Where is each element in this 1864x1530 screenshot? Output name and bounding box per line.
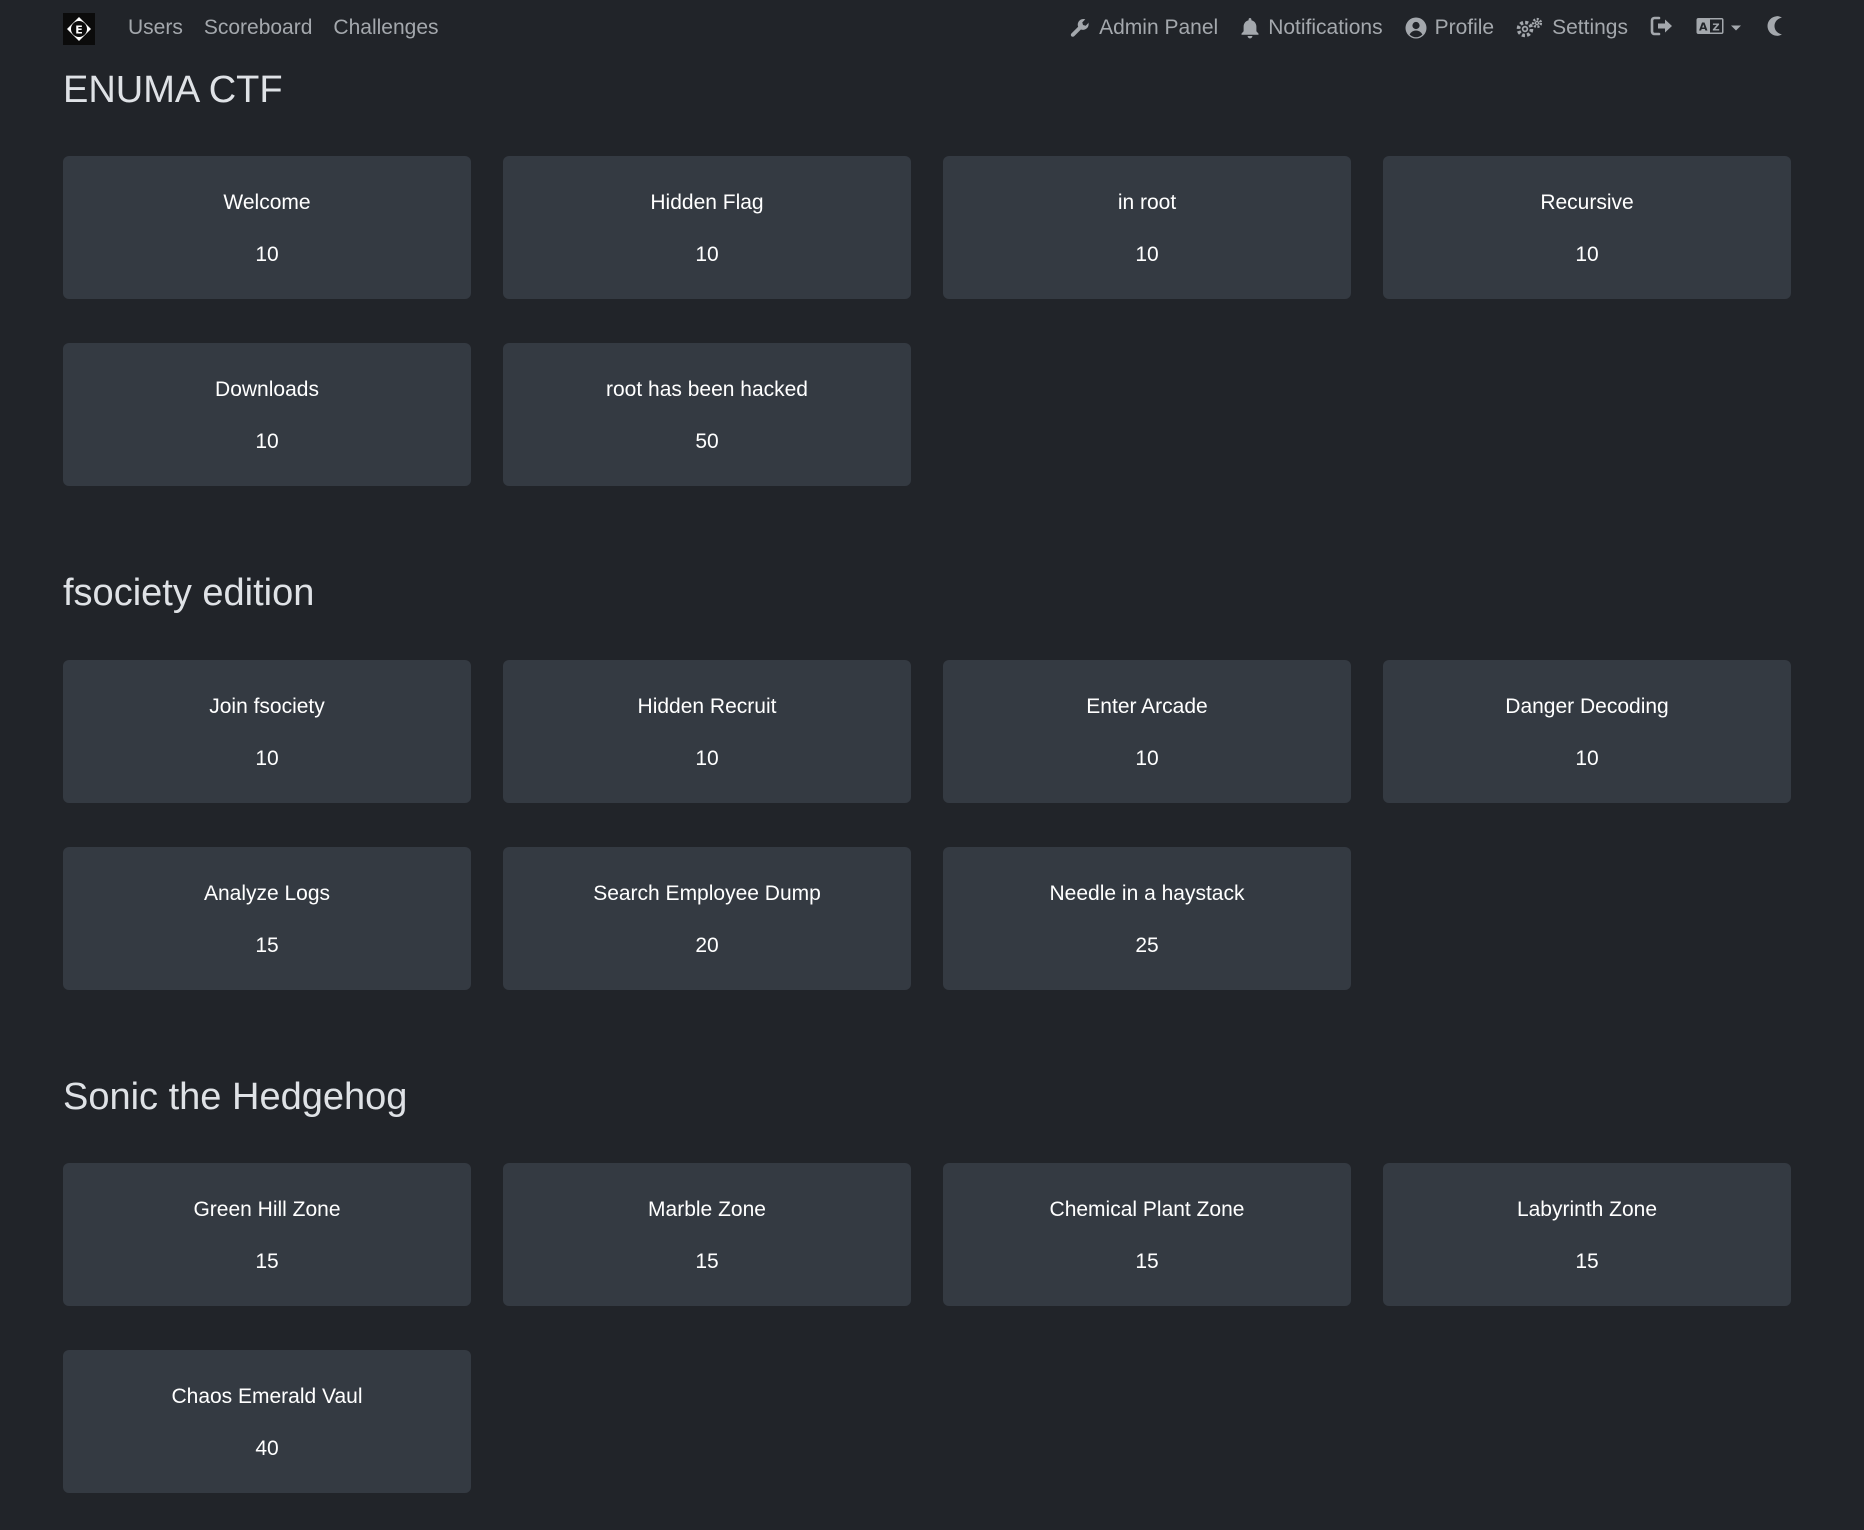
challenge-value: 10: [695, 243, 719, 266]
challenge-name: Chemical Plant Zone: [1049, 1198, 1245, 1221]
svg-text:E: E: [75, 24, 83, 37]
challenge-card[interactable]: Search Employee Dump 20: [503, 847, 911, 990]
nav-link-users[interactable]: Users: [128, 13, 183, 43]
top-navbar: E Users Scoreboard Challenges Admin Pane…: [0, 0, 1864, 56]
ctf-logo-icon[interactable]: E: [63, 13, 95, 45]
challenge-card[interactable]: Green Hill Zone 15: [63, 1163, 471, 1306]
nav-links: Users Scoreboard Challenges: [128, 13, 439, 43]
logout-icon: [1650, 15, 1674, 42]
challenge-name: in root: [1117, 191, 1177, 214]
challenge-card[interactable]: Downloads 10: [63, 343, 471, 486]
user-circle-icon: [1405, 17, 1427, 39]
challenge-card[interactable]: in root 10: [943, 156, 1351, 299]
language-icon: A Z: [1696, 16, 1724, 41]
notifications-link[interactable]: Notifications: [1240, 16, 1383, 40]
challenge-name: Green Hill Zone: [193, 1198, 341, 1221]
challenge-value: 10: [695, 747, 719, 770]
challenge-name: Marble Zone: [648, 1198, 766, 1221]
challenge-value: 15: [695, 1250, 719, 1273]
challenge-grid: Join fsociety 10 Hidden Recruit 10 Enter A…: [63, 660, 1793, 990]
challenge-name: Search Employee Dump: [593, 882, 821, 905]
challenge-value: 10: [1575, 747, 1599, 770]
svg-text:Z: Z: [1712, 22, 1719, 33]
challenge-value: 10: [255, 243, 279, 266]
wrench-icon: [1069, 17, 1091, 39]
moon-icon: [1764, 15, 1784, 42]
challenge-value: 15: [255, 934, 279, 957]
logout-button[interactable]: [1650, 15, 1674, 42]
challenge-grid: Welcome 10 Hidden Flag 10 in root 10 Recurs…: [63, 156, 1793, 486]
notifications-label: Notifications: [1268, 16, 1383, 39]
challenge-value: 10: [255, 430, 279, 453]
challenge-name: root has been hacked: [606, 378, 808, 401]
challenge-name: Needle in a haystack: [1049, 882, 1245, 905]
challenge-card[interactable]: Labyrinth Zone 15: [1383, 1163, 1791, 1306]
challenge-grid: Green Hill Zone 15 Marble Zone 15 Chemical…: [63, 1163, 1793, 1493]
svg-text:A: A: [1699, 20, 1708, 33]
challenge-value: 10: [1135, 747, 1159, 770]
settings-label: Settings: [1552, 16, 1628, 39]
challenge-value: 25: [1135, 934, 1159, 957]
challenge-value: 15: [255, 1250, 279, 1273]
admin-panel-link[interactable]: Admin Panel: [1069, 16, 1218, 40]
bell-icon: [1240, 17, 1260, 39]
challenge-name: Danger Decoding: [1505, 695, 1669, 718]
nav-link-challenges[interactable]: Challenges: [333, 13, 438, 43]
challenge-card[interactable]: Recursive 10: [1383, 156, 1791, 299]
nav-link-scoreboard[interactable]: Scoreboard: [204, 13, 313, 43]
challenge-name: Analyze Logs: [203, 882, 331, 905]
challenge-name: Welcome: [223, 191, 311, 214]
category-title: Sonic the Hedgehog: [63, 1076, 408, 1118]
challenge-value: 50: [695, 430, 719, 453]
challenge-value: 20: [695, 934, 719, 957]
challenge-value: 10: [1575, 243, 1599, 266]
challenge-value: 15: [1135, 1250, 1159, 1273]
challenge-name: Enter Arcade: [1086, 695, 1208, 718]
challenge-name: Join fsociety: [209, 695, 325, 718]
admin-panel-label: Admin Panel: [1099, 16, 1219, 39]
category-title: ENUMA CTF: [63, 69, 283, 111]
challenge-value: 40: [255, 1437, 279, 1460]
nav-right: Admin Panel Notifications Profile Settin…: [1069, 13, 1784, 43]
challenge-value: 10: [255, 747, 279, 770]
theme-toggle-button[interactable]: [1764, 15, 1784, 42]
challenge-name: Chaos Emerald Vaul: [171, 1385, 363, 1408]
challenge-card[interactable]: Analyze Logs 15: [63, 847, 471, 990]
challenge-card[interactable]: Join fsociety 10: [63, 660, 471, 803]
challenge-card[interactable]: Chemical Plant Zone 15: [943, 1163, 1351, 1306]
challenge-value: 15: [1575, 1250, 1599, 1273]
challenge-card[interactable]: Enter Arcade 10: [943, 660, 1351, 803]
challenge-name: Recursive: [1540, 191, 1634, 214]
challenge-card[interactable]: Danger Decoding 10: [1383, 660, 1791, 803]
challenge-card[interactable]: root has been hacked 50: [503, 343, 911, 486]
category-title: fsociety edition: [63, 572, 315, 614]
gears-icon: [1516, 17, 1544, 39]
challenge-name: Labyrinth Zone: [1516, 1198, 1658, 1221]
challenge-card[interactable]: Welcome 10: [63, 156, 471, 299]
profile-link[interactable]: Profile: [1405, 16, 1495, 40]
challenge-card[interactable]: Needle in a haystack 25: [943, 847, 1351, 990]
language-dropdown[interactable]: A Z: [1696, 16, 1742, 41]
challenge-name: Downloads: [215, 378, 319, 401]
challenge-name: Hidden Flag: [650, 191, 764, 214]
profile-label: Profile: [1434, 16, 1495, 39]
challenge-card[interactable]: Marble Zone 15: [503, 1163, 911, 1306]
challenge-value: 10: [1135, 243, 1159, 266]
challenge-name: Hidden Recruit: [637, 695, 777, 718]
challenge-card[interactable]: Hidden Recruit 10: [503, 660, 911, 803]
settings-link[interactable]: Settings: [1516, 16, 1628, 40]
challenge-card[interactable]: Chaos Emerald Vaul 40: [63, 1350, 471, 1493]
challenge-card[interactable]: Hidden Flag 10: [503, 156, 911, 299]
chevron-down-icon: [1730, 19, 1742, 37]
